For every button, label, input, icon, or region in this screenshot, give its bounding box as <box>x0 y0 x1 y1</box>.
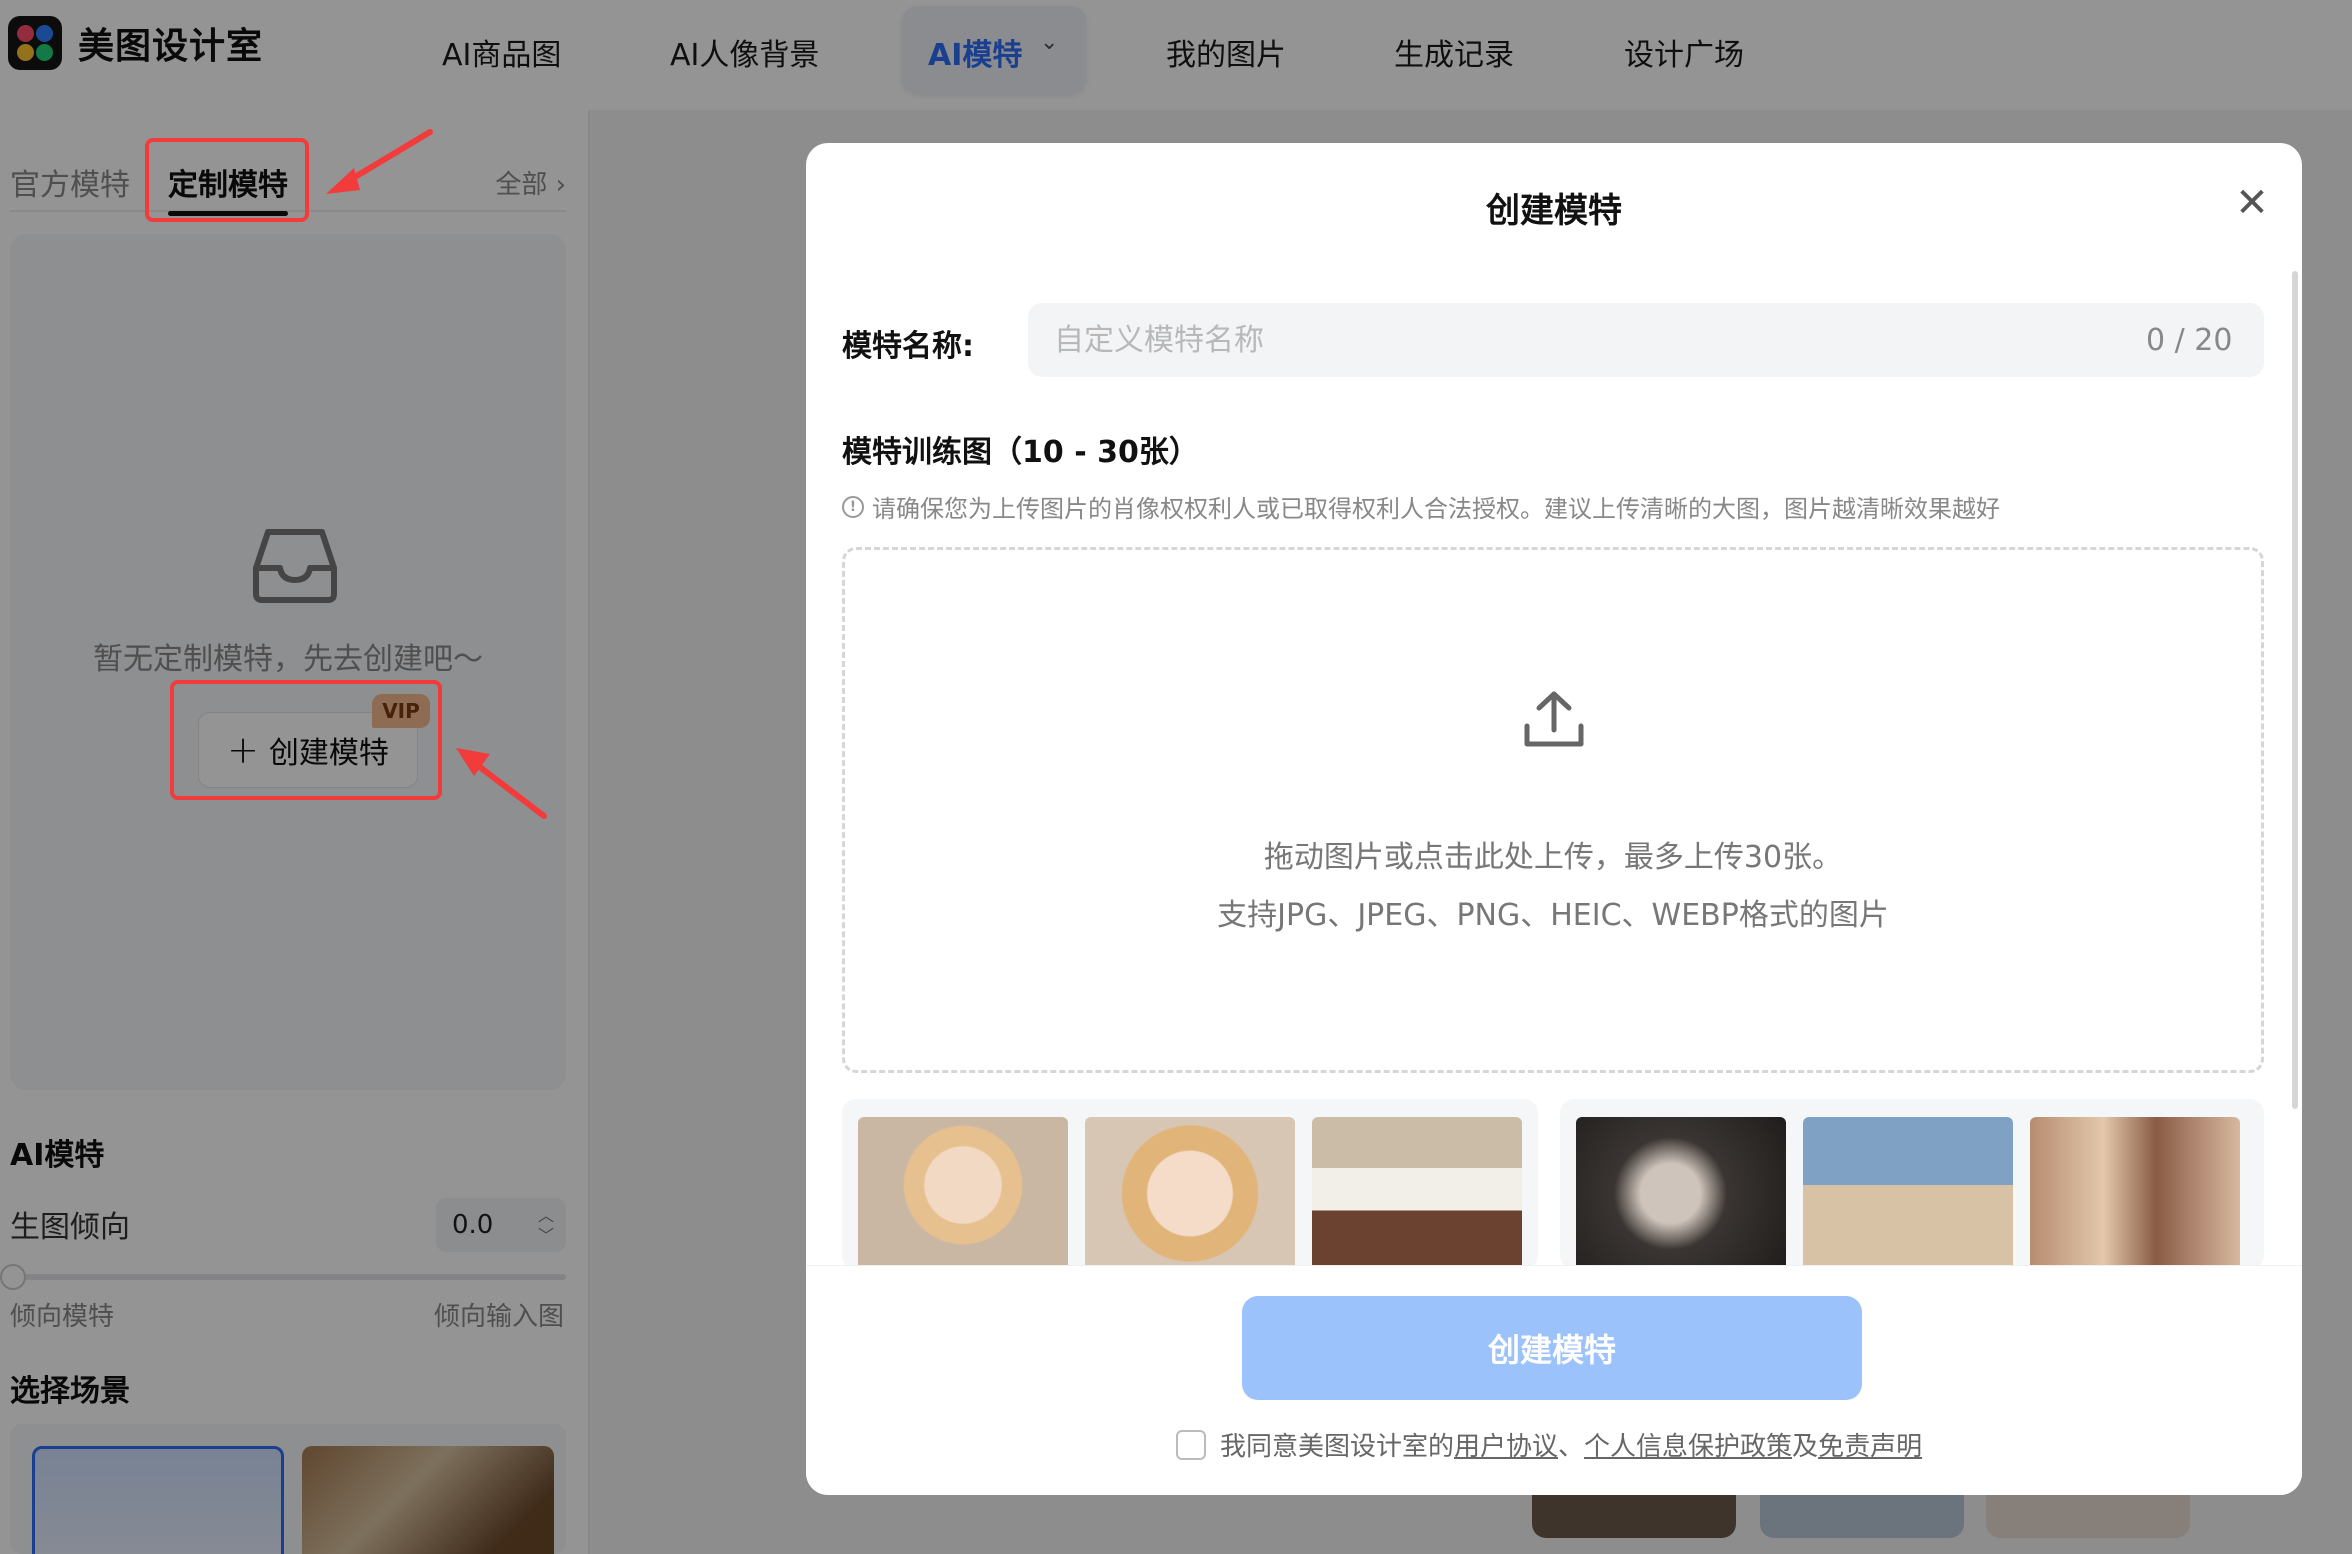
training-images-title: 模特训练图（10 - 30张） <box>842 435 1199 470</box>
annotation-arrow-icon <box>326 129 433 194</box>
sample-image <box>1803 1117 2013 1287</box>
dialog-title: 创建模特 <box>1486 191 1622 231</box>
authorization-hint-text: 请确保您为上传图片的肖像权权利人或已取得权利人合法授权。建议上传清晰的大图，图片… <box>872 495 2000 523</box>
upload-dropzone[interactable]: 拖动图片或点击此处上传，最多上传30张。 支持JPG、JPEG、PNG、HEIC… <box>842 547 2264 1073</box>
user-agreement-link[interactable]: 用户协议 <box>1454 1426 1558 1463</box>
agree-checkbox[interactable] <box>1176 1429 1206 1460</box>
sample-image <box>2030 1117 2240 1287</box>
sample-image <box>858 1117 1068 1287</box>
info-icon: ! <box>842 495 864 518</box>
sample-image <box>1085 1117 1295 1287</box>
upload-icon <box>1524 691 1584 747</box>
create-model-submit-button[interactable]: 创建模特 <box>1242 1296 1862 1400</box>
upload-instruction: 拖动图片或点击此处上传，最多上传30张。 <box>1263 840 1843 875</box>
create-model-dialog: 创建模特 ✕ 模特名称: 0 / 20 模特训练图（10 - 30张） ! 请确… <box>806 143 2302 1495</box>
agree-text: 我同意美图设计室的 <box>1220 1432 1455 1462</box>
privacy-policy-link[interactable]: 个人信息保护政策 <box>1584 1426 1792 1463</box>
annotation-box-create-button <box>170 680 442 800</box>
good-samples-group <box>842 1099 1538 1287</box>
dialog-scrollbar[interactable] <box>2292 271 2298 1109</box>
bad-samples-group <box>1560 1099 2264 1287</box>
disclaimer-link[interactable]: 免责声明 <box>1818 1426 1922 1463</box>
agreement-row: 我同意美图设计室的 用户协议 、 个人信息保护政策 及 免责声明 <box>1176 1426 1922 1463</box>
sample-image <box>1576 1117 1786 1287</box>
upload-formats: 支持JPG、JPEG、PNG、HEIC、WEBP格式的图片 <box>1217 898 1889 933</box>
authorization-hint: ! 请确保您为上传图片的肖像权权利人或已取得权利人合法授权。建议上传清晰的大图，… <box>842 489 2000 524</box>
model-name-label: 模特名称: <box>842 329 974 364</box>
close-icon[interactable]: ✕ <box>2232 183 2272 223</box>
sample-image <box>1312 1117 1522 1287</box>
annotation-arrow-icon <box>456 748 547 819</box>
agree-and: 及 <box>1792 1432 1819 1462</box>
model-name-counter: 0 / 20 <box>2146 323 2233 358</box>
annotation-box-custom-tab <box>145 138 309 222</box>
agree-separator: 、 <box>1558 1432 1585 1462</box>
sample-images <box>842 1099 2264 1287</box>
dialog-footer: 创建模特 我同意美图设计室的 用户协议 、 个人信息保护政策 及 免责声明 <box>806 1265 2302 1495</box>
model-name-input[interactable] <box>1028 303 2264 377</box>
